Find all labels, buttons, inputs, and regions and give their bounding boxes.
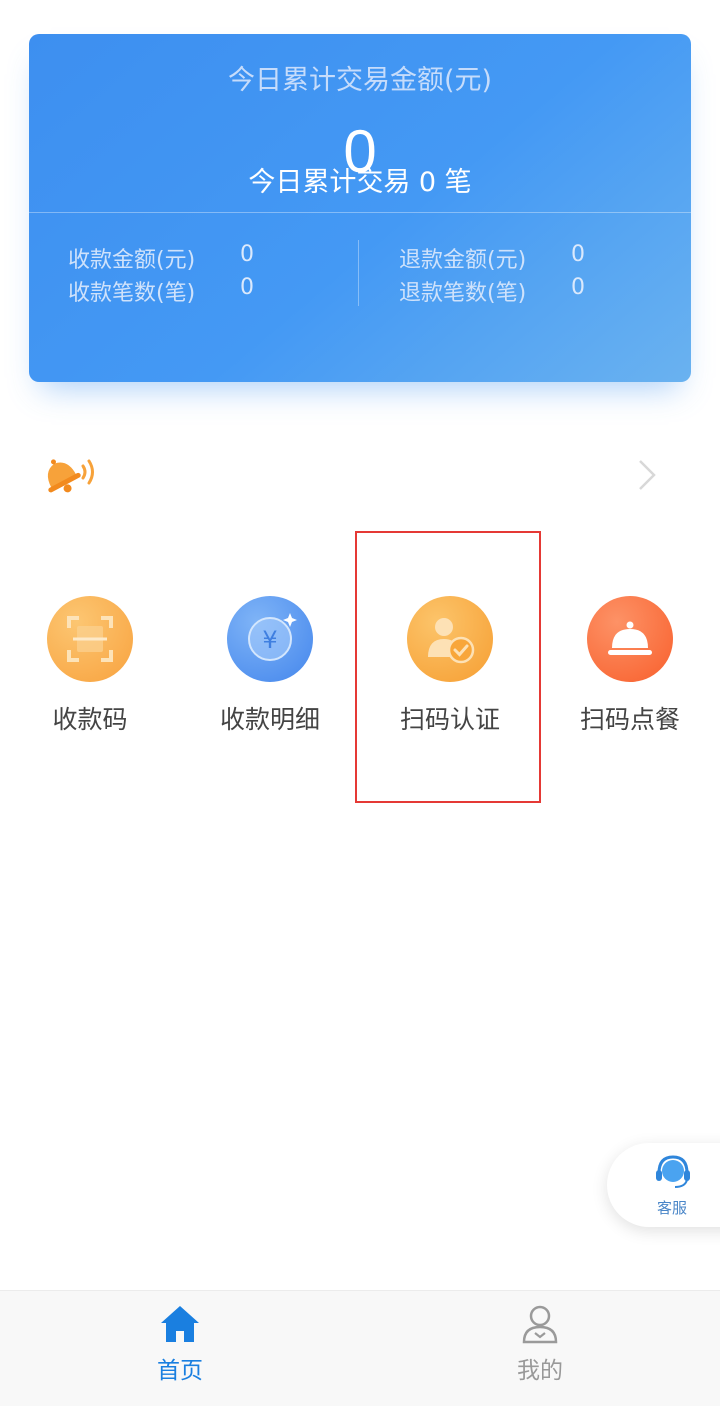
menu-label: 收款码 — [52, 705, 128, 734]
receive-count-value: 0 — [240, 275, 254, 300]
menu-item-payment-details[interactable]: ¥ 收款明细 — [190, 596, 350, 736]
user-icon — [522, 1305, 558, 1344]
refund-amount-row: 退款金额(元) 0 — [399, 242, 585, 274]
notice-bar[interactable] — [0, 440, 720, 508]
customer-service-button[interactable]: 客服 — [607, 1143, 720, 1227]
receive-count-label: 收款笔数(笔) — [68, 281, 196, 306]
bottom-tab-bar: 首页 我的 — [0, 1290, 720, 1406]
yuan-coin-icon: ¥ — [227, 596, 313, 682]
menu-item-qr-code[interactable]: 收款码 — [10, 596, 170, 736]
chevron-right-icon[interactable] — [636, 458, 658, 492]
tab-label: 我的 — [517, 1358, 563, 1384]
bell-icon — [47, 459, 94, 493]
refund-amount-label: 退款金额(元) — [399, 248, 527, 273]
menu-item-scan-order[interactable]: 扫码点餐 — [550, 596, 710, 736]
tab-label: 首页 — [157, 1358, 203, 1384]
refund-count-label: 退款笔数(笔) — [399, 281, 527, 306]
summary-count: 今日累计交易 0 笔 — [248, 167, 472, 198]
refund-count-row: 退款笔数(笔) 0 — [399, 275, 585, 307]
menu-label: 扫码点餐 — [579, 705, 680, 734]
tab-home[interactable]: 首页 — [0, 1291, 360, 1406]
headset-icon — [656, 1155, 690, 1188]
service-label: 客服 — [657, 1199, 688, 1217]
refund-count-value: 0 — [571, 275, 585, 300]
menu-label: 收款明细 — [219, 705, 320, 734]
card-divider — [29, 212, 691, 213]
receive-amount-row: 收款金额(元) 0 — [68, 242, 254, 274]
svg-text:¥: ¥ — [262, 626, 277, 654]
receive-count-row: 收款笔数(笔) 0 — [68, 275, 254, 307]
summary-card: 今日累计交易金额(元) 0 今日累计交易 0 笔 收款金额(元) 0 收款笔数(… — [29, 34, 691, 382]
refund-amount-value: 0 — [571, 242, 585, 267]
food-cloche-icon — [587, 596, 673, 682]
summary-title: 今日累计交易金额(元) — [227, 65, 493, 96]
receive-amount-value: 0 — [240, 242, 254, 267]
qr-scan-icon — [47, 596, 133, 682]
stats-divider — [358, 240, 359, 306]
home-icon — [161, 1306, 199, 1342]
tab-mine[interactable]: 我的 — [360, 1291, 720, 1406]
receive-amount-label: 收款金额(元) — [68, 248, 196, 273]
highlight-box — [355, 531, 541, 803]
